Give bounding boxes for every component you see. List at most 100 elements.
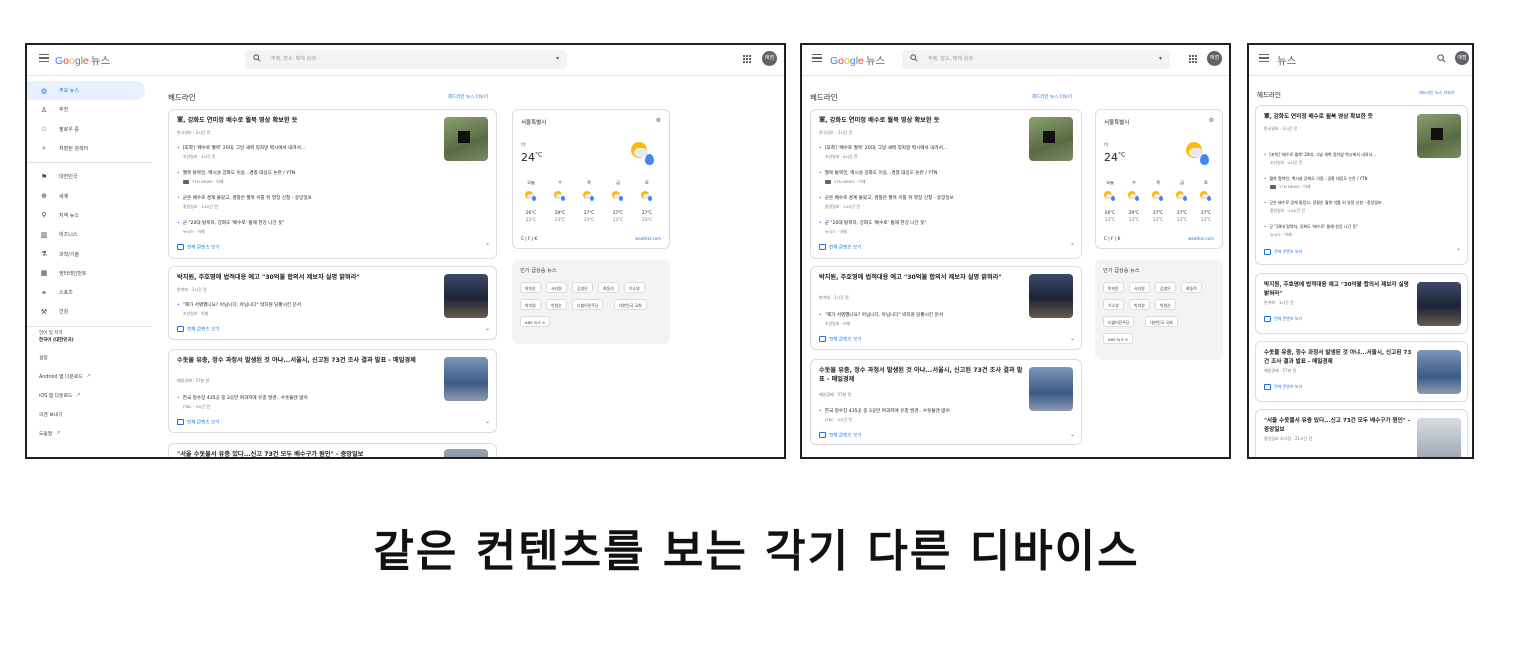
story-card[interactable]: "서울 수돗물서 유충 있다...신고 73건 모두 배수구가 원인" - 중앙… [168, 443, 497, 457]
related-story[interactable]: 월북 탈북민, 백시설 강화도 이용...경찰 대응도 논란 / YTN [1264, 176, 1367, 182]
trending-chip[interactable]: 박지윤 [1103, 282, 1124, 293]
full-coverage-link[interactable]: 전체 콘텐츠 보기 [177, 419, 220, 426]
trending-chip[interactable]: KBS 뉴스 9 [520, 316, 550, 327]
story-thumbnail[interactable] [444, 117, 488, 161]
expand-chevron-icon[interactable]: ⌄ [1070, 335, 1075, 342]
menu-icon[interactable] [39, 54, 49, 63]
sidebar-item-health[interactable]: ⚒ 건강 [27, 302, 152, 321]
help-link[interactable]: 도움말 ↗ [27, 424, 152, 443]
trending-chip[interactable]: KBS 뉴스 9 [1103, 333, 1133, 344]
full-coverage-link[interactable]: 전체 콘텐츠 보기 [177, 326, 220, 333]
expand-chevron-icon[interactable]: ⌄ [1070, 431, 1075, 438]
sidebar-item-sports[interactable]: ⚭ 스포츠 [27, 283, 152, 302]
full-coverage-link[interactable]: 전체 콘텐츠 보기 [819, 432, 862, 439]
story-title[interactable]: 수돗물 유충, 정수 과정서 발생된 것 아냐...서울시, 신고된 73건 조… [1264, 349, 1414, 366]
chevron-down-icon[interactable]: ▾ [1159, 55, 1162, 62]
sidebar-item-business[interactable]: ▥ 비즈니스 [27, 225, 152, 244]
trending-chip[interactable]: 이소영 [1103, 299, 1124, 310]
story-card[interactable]: 수돗물 유충, 정수 과정서 발생된 것 아냐...서울시, 신고된 73건 조… [810, 359, 1082, 445]
related-story[interactable]: [포착] '배수로 월북' 20대, 그날 새벽 정자앞 벽시에서 내려서... [177, 145, 305, 151]
story-card[interactable]: 軍, 강화도 연미정 배수로 월북 영상 확보한 듯 한국일보 · 3시간 전 … [1255, 105, 1468, 265]
related-story[interactable]: "제가 서명했나요? 아닙니다, 아닙니다" 박지원 당황시킨 문서 [177, 302, 301, 308]
related-story[interactable]: "제가 서명했나요? 아닙니다, 아닙니다" 박지원 당황시킨 문서 [819, 312, 943, 318]
apps-grid-icon[interactable] [743, 55, 751, 63]
sidebar-item-entertainment[interactable]: ▦ 엔터테인먼트 [27, 264, 152, 283]
related-story[interactable]: [포착] '배수로 월북' 20대, 그날 새벽 정자앞 벽시에서 내려서... [1264, 152, 1376, 158]
trending-chip[interactable]: 더불어민주당 [1103, 316, 1135, 327]
story-card[interactable]: 박지원, 주호영에 법적대응 예고 "30억불 합의서 제보자 실명 밝혀라" … [168, 266, 497, 340]
apps-grid-icon[interactable] [1189, 55, 1197, 63]
related-story[interactable]: 군 "20대 탈북자, 강화도 '배수로' 통해 한강 나간 듯" [819, 220, 927, 226]
story-title[interactable]: 軍, 강화도 연미정 배수로 월북 영상 확보한 듯 [819, 117, 1024, 126]
full-coverage-link[interactable]: 전체 콘텐츠 보기 [1264, 384, 1302, 390]
story-title[interactable]: "서울 수돗물서 유충 있다...신고 73건 모두 배수구가 원인" - 중앙… [177, 451, 442, 457]
expand-chevron-icon[interactable]: ⌄ [485, 325, 490, 332]
trending-chip[interactable]: 박지윤 [520, 282, 541, 293]
story-title[interactable]: 軍, 강화도 연미정 배수로 월북 영상 확보한 듯 [177, 117, 442, 126]
sidebar-item-top-stories[interactable]: ◍ 주요 뉴스 [27, 81, 145, 101]
trending-chip[interactable]: 박원순 [1155, 299, 1176, 310]
trending-chip[interactable]: 서지원 [1129, 282, 1150, 293]
feedback-link[interactable]: 의견 보내기 [27, 405, 152, 424]
sidebar-item-for-you[interactable]: ♙ 추천 [27, 100, 152, 119]
story-title[interactable]: "서울 수돗물서 유충 있다...신고 73건 모두 배수구가 원인" - 중앙… [1264, 417, 1414, 434]
sidebar-item-world[interactable]: ⊕ 세계 [27, 186, 152, 205]
story-thumbnail[interactable] [444, 274, 488, 318]
trending-chip[interactable]: 박원순 [546, 299, 567, 310]
headlines-more-link[interactable]: 헤드라인 뉴스 더보기 [1032, 94, 1072, 100]
trending-chip[interactable]: 박지원 [520, 299, 541, 310]
story-thumbnail[interactable] [1417, 114, 1461, 158]
menu-icon[interactable] [1259, 54, 1269, 63]
android-app-link[interactable]: Android 앱 다운로드 ↗ [27, 367, 152, 386]
menu-icon[interactable] [812, 54, 822, 63]
headlines-more-link[interactable]: 헤드라인 뉴스 더보기 [448, 94, 488, 100]
settings-gear-icon[interactable]: ⚙ [1209, 117, 1214, 124]
story-title[interactable]: 수돗물 유충, 정수 과정서 발생된 것 아냐...서울시, 신고된 73건 조… [177, 357, 442, 366]
full-coverage-link[interactable]: 전체 콘텐츠 보기 [819, 244, 862, 251]
related-story[interactable]: 한국 정수장 435곳 중 3곳만 여과지에 유충 발견...수돗물엔 없어 [819, 408, 950, 414]
story-card[interactable]: "서울 수돗물서 유충 있다...신고 73건 모두 배수구가 원인" - 중앙… [1255, 409, 1468, 457]
related-story[interactable]: 군은 배수로 경계 몰랐고, 경찰은 월북 이틀 뒤 영장 신청 - 중앙일보 [1264, 200, 1381, 206]
collapse-chevron-icon[interactable]: ⌃ [485, 243, 490, 250]
related-story[interactable]: 월북 탈북민, 백시설 강화도 이용...경찰 대응도 논란 / YTN [819, 170, 938, 176]
trending-chip[interactable]: 더불어민주당 [572, 299, 604, 310]
avatar[interactable]: 애점 [1207, 51, 1222, 66]
story-card[interactable]: 軍, 강화도 연미정 배수로 월북 영상 확보한 듯 한국일보 · 3시간 전 … [810, 109, 1082, 259]
trending-chip[interactable]: 대한민국 국회 [1145, 316, 1178, 327]
story-thumbnail[interactable] [1417, 350, 1461, 394]
story-title[interactable]: 수돗물 유충, 정수 과정서 발생된 것 아냐...서울시, 신고된 73건 조… [819, 367, 1024, 384]
story-thumbnail[interactable] [444, 449, 488, 457]
weather-card[interactable]: 서울특별시 ⚙ 비 24°C 오늘 수 목 금 토 26°C 29°C 27°C… [512, 109, 670, 249]
headlines-more-link[interactable]: 헤드라인 뉴스 더보기 [1419, 90, 1455, 96]
news-logo-text[interactable]: 뉴스 [1277, 53, 1296, 68]
trending-chip[interactable]: 박지원 [1129, 299, 1150, 310]
story-card[interactable]: 박지원, 주호영에 법적대응 예고 "30억불 합의서 제보자 실명 밝혀라" … [810, 266, 1082, 350]
related-story[interactable]: 월북 탈북민, 백시설 강화도 이용...경찰 대응도 논란 / YTN [177, 170, 296, 176]
search-bar[interactable]: 주제, 장소, 매체 검색 ▾ [902, 50, 1170, 69]
trending-chip[interactable]: 대한민국 국회 [614, 299, 647, 310]
related-story[interactable]: 군은 배수로 경계 몰랐고, 경찰은 월북 이틀 뒤 영장 신청 - 중앙일보 [819, 195, 954, 201]
story-title[interactable]: 軍, 강화도 연미정 배수로 월북 영상 확보한 듯 [1264, 113, 1414, 122]
collapse-chevron-icon[interactable]: ⌃ [1070, 243, 1075, 250]
story-title[interactable]: 박지원, 주호영에 법적대응 예고 "30억불 합의서 제보자 실명 밝혀라" [1264, 281, 1414, 298]
sidebar-item-korea[interactable]: ⚑ 대한민국 [27, 167, 152, 186]
story-card[interactable]: 수돗물 유충, 정수 과정서 발생된 것 아냐...서울시, 신고된 73건 조… [168, 349, 497, 433]
story-title[interactable]: 박지원, 주호영에 법적대응 예고 "30억불 합의서 제보자 실명 밝혀라" [819, 274, 1024, 283]
full-coverage-link[interactable]: 전체 콘텐츠 보기 [1264, 316, 1302, 322]
google-news-logo[interactable]: Google 뉴스 [55, 53, 110, 68]
full-coverage-link[interactable]: 전체 콘텐츠 보기 [177, 244, 220, 251]
story-thumbnail[interactable] [1029, 274, 1073, 318]
related-story[interactable]: 군은 배수로 경계 몰랐고, 경찰은 월북 이틀 뒤 영장 신청 - 중앙일보 [177, 195, 312, 201]
full-coverage-link[interactable]: 전체 콘텐츠 보기 [819, 336, 862, 343]
language-value[interactable]: 한국어 (대한민국) [27, 337, 152, 344]
weather-card[interactable]: 서울특별시 ⚙ 비 24°C 오늘 수 목 금 토 26°C 29°C 27°C… [1095, 109, 1223, 249]
related-story[interactable]: 군 "20대 탈북자, 강화도 '배수로' 통해 한강 나간 듯" [1264, 224, 1358, 230]
story-card[interactable]: 수돗물 유충, 정수 과정서 발생된 것 아냐...서울시, 신고된 73건 조… [1255, 341, 1468, 402]
full-coverage-link[interactable]: 전체 콘텐츠 보기 [1264, 249, 1302, 255]
settings-link[interactable]: 설정 [27, 348, 152, 367]
sidebar-item-saved-searches[interactable]: ⌕ 저장된 검색어 [27, 139, 152, 158]
story-card[interactable]: 軍, 강화도 연미정 배수로 월북 영상 확보한 듯 한국일보 · 3시간 전 … [168, 109, 497, 259]
story-title[interactable]: 박지원, 주호영에 법적대응 예고 "30억불 합의서 제보자 실명 밝혀라" [177, 274, 442, 283]
chevron-down-icon[interactable]: ▾ [556, 55, 559, 62]
sidebar-item-following[interactable]: ☆ 팔로우 중 [27, 120, 152, 139]
